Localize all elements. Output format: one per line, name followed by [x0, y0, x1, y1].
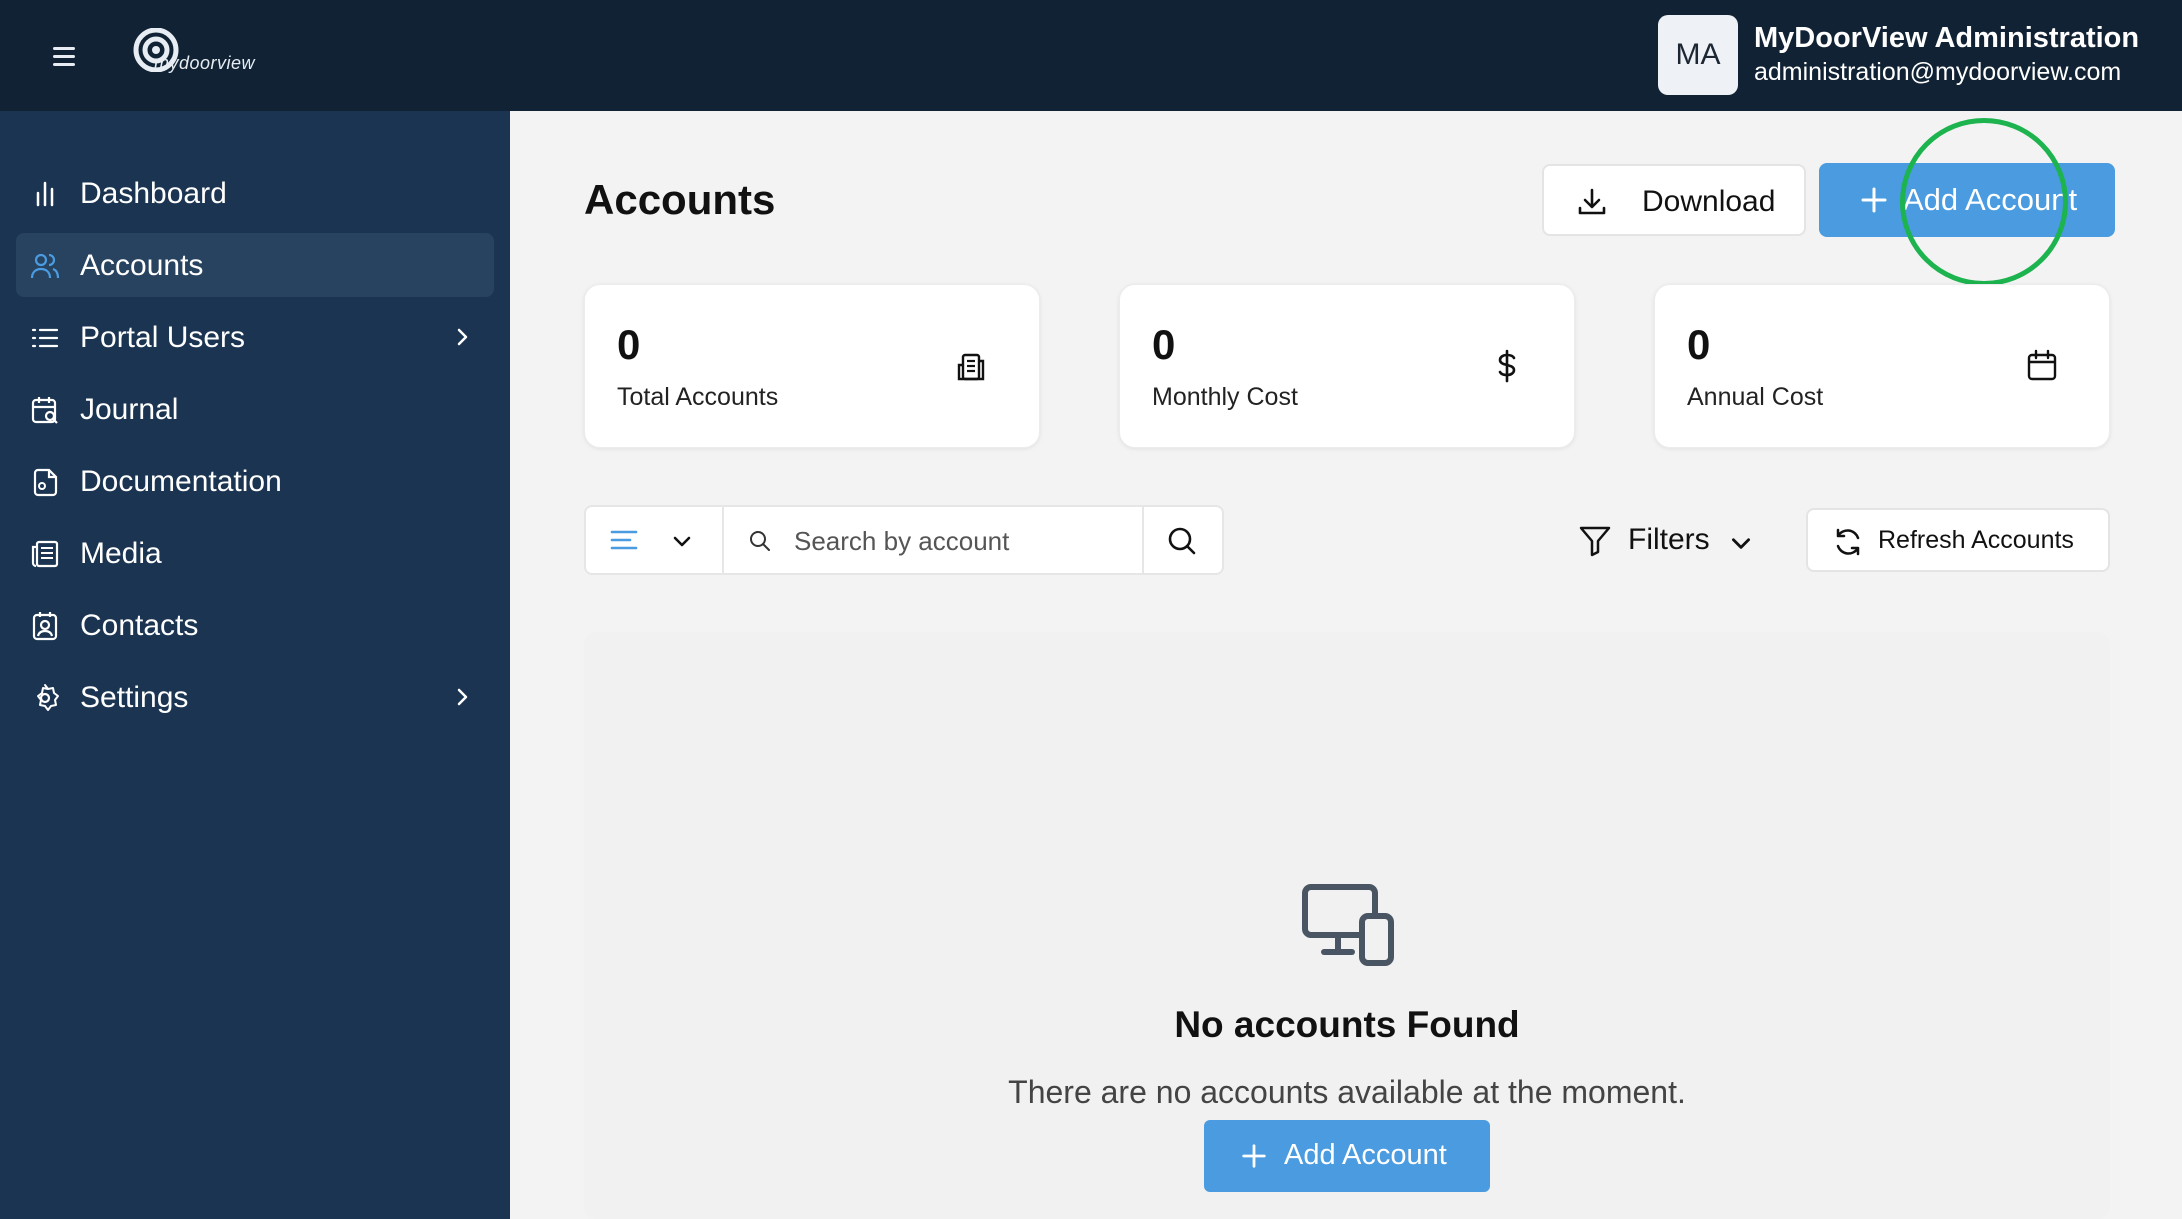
newspaper-icon	[31, 540, 59, 568]
top-bar: mydoorview MA MyDoorView Administration …	[0, 0, 2182, 111]
sidebar-item-contacts[interactable]: Contacts	[16, 593, 494, 657]
contact-card-icon	[32, 612, 58, 641]
avatar[interactable]: MA	[1658, 15, 1738, 95]
add-account-empty-button[interactable]: Add Account	[1204, 1120, 1490, 1192]
bar-chart-icon	[36, 181, 54, 207]
sidebar-item-documentation[interactable]: Documentation	[16, 449, 494, 513]
search-input[interactable]	[794, 521, 1134, 561]
calendar-icon	[2027, 349, 2057, 381]
sidebar-item-accounts[interactable]: Accounts	[16, 233, 494, 297]
sidebar-item-label: Documentation	[80, 465, 282, 498]
view-toggle-dropdown[interactable]	[586, 507, 724, 573]
page-title: Accounts	[584, 176, 776, 223]
sidebar-item-settings[interactable]: Settings	[16, 665, 494, 729]
stat-label: Annual Cost	[1687, 383, 1824, 411]
users-icon	[30, 253, 60, 279]
sidebar-item-dashboard[interactable]: Dashboard	[16, 161, 494, 225]
search-icon	[750, 531, 770, 551]
sidebar-item-journal[interactable]: Journal	[16, 377, 494, 441]
sidebar-item-label: Media	[80, 537, 162, 570]
chevron-down-icon	[1732, 538, 1750, 549]
devices-icon	[1302, 884, 1394, 966]
download-button[interactable]: Download	[1542, 164, 1806, 236]
sidebar: Dashboard Accounts Portal Users Journal …	[0, 111, 510, 1219]
search-group	[584, 505, 1224, 575]
user-email: administration@mydoorview.com	[1754, 58, 2122, 86]
sidebar-item-label: Settings	[80, 681, 189, 714]
gear-icon	[37, 684, 59, 711]
plus-icon	[1242, 1144, 1266, 1168]
filters-dropdown[interactable]: Filters	[1578, 518, 1758, 566]
refresh-icon	[1836, 528, 1860, 556]
stat-value: 0	[617, 321, 641, 368]
chevron-right-icon	[457, 328, 468, 346]
download-icon	[1578, 188, 1606, 215]
logo-text: mydoorview	[154, 53, 256, 73]
stat-value: 0	[1687, 321, 1711, 368]
stat-card-annual-cost: 0 Annual Cost	[1654, 284, 2110, 448]
sidebar-item-label: Accounts	[80, 249, 204, 282]
document-icon	[33, 468, 58, 497]
filters-label: Filters	[1628, 523, 1710, 556]
search-button[interactable]	[1144, 507, 1222, 573]
sidebar-item-label: Portal Users	[80, 321, 246, 354]
empty-state-description: There are no accounts available at the m…	[1008, 1074, 1686, 1110]
sidebar-item-label: Contacts	[80, 609, 199, 642]
sidebar-item-label: Journal	[80, 393, 179, 426]
refresh-accounts-label: Refresh Accounts	[1878, 526, 2074, 554]
menu-icon[interactable]	[44, 38, 84, 74]
building-icon	[957, 353, 985, 381]
stat-label: Total Accounts	[617, 383, 779, 411]
add-account-button[interactable]: Add Account	[1819, 163, 2115, 237]
search-field	[724, 507, 1144, 573]
plus-icon	[1861, 187, 1887, 213]
empty-state-title: No accounts Found	[1174, 1004, 1520, 1045]
download-label: Download	[1642, 185, 1776, 218]
refresh-accounts-button[interactable]: Refresh Accounts	[1806, 508, 2110, 572]
sidebar-item-portal-users[interactable]: Portal Users	[16, 305, 494, 369]
stat-card-total-accounts: 0 Total Accounts	[584, 284, 1040, 448]
filter-icon	[1579, 526, 1611, 557]
chevron-down-icon	[673, 536, 691, 547]
dollar-icon	[1498, 349, 1516, 383]
stat-value: 0	[1152, 321, 1176, 368]
align-left-icon	[610, 530, 638, 550]
search-icon	[1168, 527, 1196, 555]
sidebar-item-label: Dashboard	[80, 177, 227, 210]
chevron-right-icon	[457, 688, 468, 706]
add-account-empty-label: Add Account	[1284, 1139, 1447, 1171]
sidebar-item-media[interactable]: Media	[16, 521, 494, 585]
add-account-label: Add Account	[1903, 182, 2078, 217]
logo[interactable]: mydoorview	[126, 27, 276, 82]
stat-card-monthly-cost: 0 Monthly Cost	[1119, 284, 1575, 448]
list-icon	[31, 328, 59, 348]
stat-label: Monthly Cost	[1152, 383, 1298, 411]
user-name: MyDoorView Administration	[1754, 22, 2140, 54]
calendar-search-icon	[31, 397, 58, 424]
